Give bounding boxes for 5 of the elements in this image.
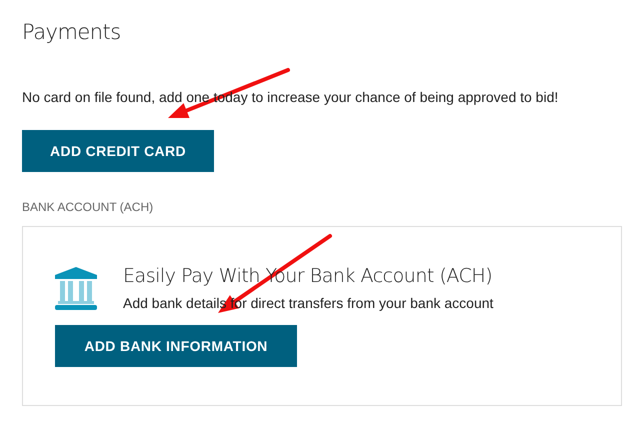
- add-credit-card-button[interactable]: ADD CREDIT CARD: [22, 130, 214, 172]
- bank-icon: [55, 267, 97, 311]
- page-title: Payments: [22, 19, 121, 46]
- section-label: BANK ACCOUNT (ACH): [22, 200, 154, 214]
- add-bank-information-button[interactable]: ADD BANK INFORMATION: [55, 325, 297, 367]
